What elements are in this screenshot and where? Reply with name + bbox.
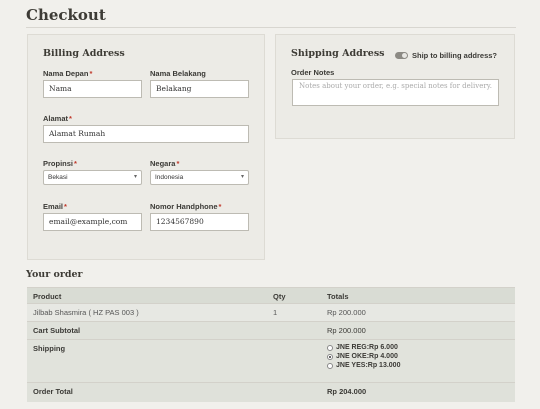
shipping-address-panel: Shipping Address Ship to billing address… bbox=[275, 34, 515, 139]
ship-to-billing-label: Ship to billing address? bbox=[411, 51, 497, 60]
address-label: Alamat* bbox=[43, 114, 72, 123]
order-notes-label: Order Notes bbox=[291, 68, 335, 77]
shipping-option-label: JNE REG:Rp 6.000 bbox=[336, 344, 398, 351]
qty-cell: 1 bbox=[267, 303, 321, 322]
billing-title: Billing Address bbox=[43, 48, 125, 59]
province-label: Propinsi* bbox=[43, 159, 77, 168]
shipping-option-label: JNE YES:Rp 13.000 bbox=[336, 362, 401, 369]
table-header: Product Qty Totals bbox=[27, 287, 515, 304]
shipping-option-label: JNE OKE:Rp 4.000 bbox=[336, 353, 398, 360]
email-field[interactable]: email@example,com bbox=[43, 213, 142, 231]
country-label: Negara* bbox=[150, 159, 180, 168]
last-name-label: Nama Belakang bbox=[150, 69, 206, 78]
phone-field[interactable]: 1234567890 bbox=[150, 213, 249, 231]
last-name-field[interactable]: Belakang bbox=[150, 80, 249, 98]
order-notes-field[interactable]: Notes about your order, e.g. special not… bbox=[292, 79, 499, 106]
total-cell: Rp 200.000 bbox=[321, 303, 515, 322]
province-value: Bekasi bbox=[48, 174, 68, 181]
product-cell: Jilbab Shasmira ( HZ PAS 003 ) bbox=[27, 303, 267, 322]
subtotal-value: Rp 200.000 bbox=[321, 321, 515, 340]
totals-header: Totals bbox=[321, 287, 515, 304]
table-row: Jilbab Shasmira ( HZ PAS 003 ) 1 Rp 200.… bbox=[27, 303, 515, 322]
order-total-label: Order Total bbox=[27, 382, 321, 402]
shipping-option-oke[interactable]: JNE OKE:Rp 4.000 bbox=[327, 353, 509, 360]
radio-icon bbox=[327, 344, 333, 351]
address-field[interactable]: Alamat Rumah bbox=[43, 125, 249, 143]
email-label: Email* bbox=[43, 202, 67, 211]
shipping-label: Shipping bbox=[27, 339, 321, 383]
order-table: Product Qty Totals Jilbab Shasmira ( HZ … bbox=[27, 287, 515, 402]
order-title: Your order bbox=[26, 269, 83, 280]
radio-selected-icon bbox=[327, 353, 333, 360]
chevron-down-icon: ▾ bbox=[133, 174, 137, 180]
shipping-options: JNE REG:Rp 6.000 JNE OKE:Rp 4.000 JNE YE… bbox=[321, 339, 515, 383]
qty-header: Qty bbox=[267, 287, 321, 304]
order-total-value: Rp 204.000 bbox=[321, 382, 515, 402]
chevron-down-icon: ▾ bbox=[240, 174, 244, 180]
toggle-switch-icon bbox=[394, 52, 408, 59]
page-title: Checkout bbox=[26, 6, 106, 24]
product-header: Product bbox=[27, 287, 267, 304]
title-divider bbox=[26, 27, 516, 28]
ship-to-billing-toggle[interactable]: Ship to billing address? bbox=[394, 51, 497, 60]
phone-label: Nomor Handphone* bbox=[150, 202, 222, 211]
shipping-title: Shipping Address bbox=[291, 48, 385, 59]
country-value: Indonesia bbox=[155, 174, 184, 181]
shipping-option-yes[interactable]: JNE YES:Rp 13.000 bbox=[327, 362, 509, 369]
billing-address-panel: Billing Address Nama Depan* Nama Nama Be… bbox=[27, 34, 265, 260]
order-total-row: Order Total Rp 204.000 bbox=[27, 382, 515, 402]
radio-icon bbox=[327, 362, 333, 369]
subtotal-row: Cart Subtotal Rp 200.000 bbox=[27, 321, 515, 340]
shipping-option-reg[interactable]: JNE REG:Rp 6.000 bbox=[327, 344, 509, 351]
shipping-row: Shipping JNE REG:Rp 6.000 JNE OKE:Rp 4.0… bbox=[27, 339, 515, 383]
country-select[interactable]: Indonesia ▾ bbox=[150, 170, 249, 185]
province-select[interactable]: Bekasi ▾ bbox=[43, 170, 142, 185]
first-name-field[interactable]: Nama bbox=[43, 80, 142, 98]
subtotal-label: Cart Subtotal bbox=[27, 321, 321, 340]
first-name-label: Nama Depan* bbox=[43, 69, 93, 78]
